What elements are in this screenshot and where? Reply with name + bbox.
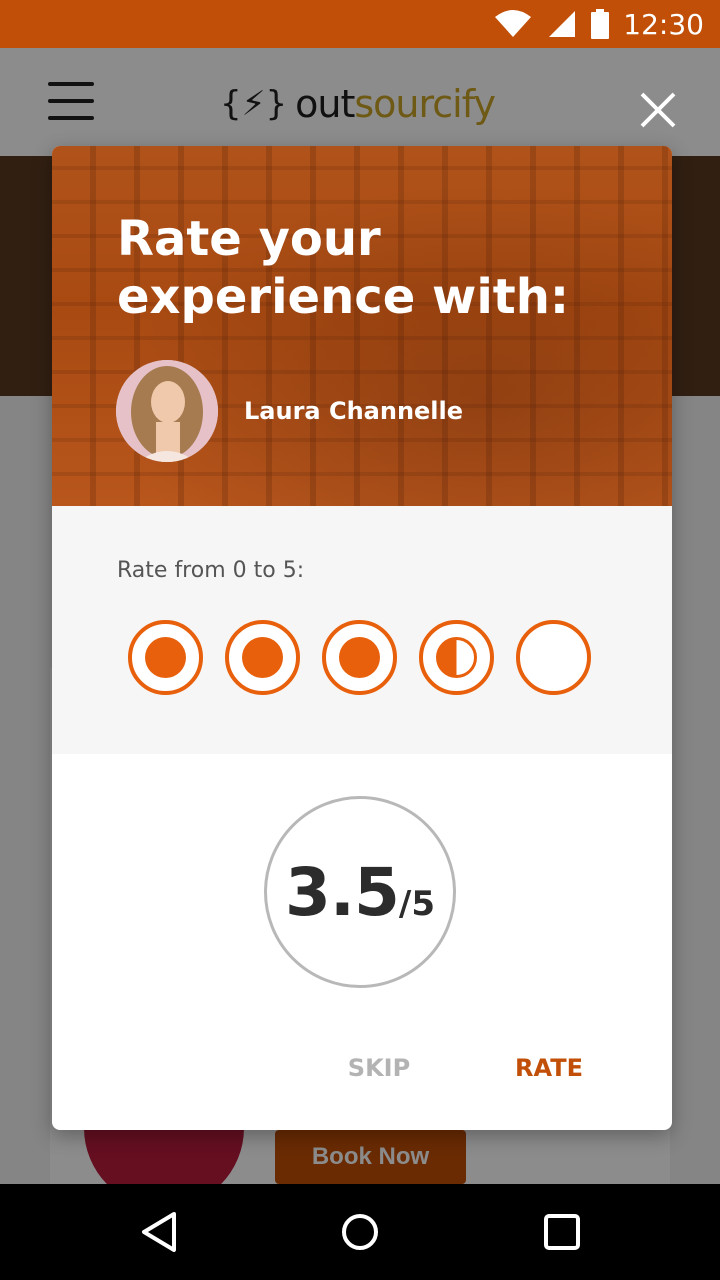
rating-dot-1[interactable] [128,620,203,695]
signal-icon [549,11,576,37]
avatar-photo [116,360,218,462]
navigation-bar [0,1184,720,1280]
rating-dot-4[interactable] [419,620,494,695]
profile: Laura Channelle [116,360,463,462]
status-icons: 12:30 [493,0,704,48]
home-icon[interactable] [336,1208,384,1256]
score-value: 3.5 [285,853,400,931]
close-icon[interactable] [636,88,680,132]
dialog-title: Rate your experience with: [117,211,570,325]
rate-label: Rate from 0 to 5: [117,558,305,583]
recents-icon[interactable] [538,1208,586,1256]
rating-dialog: Rate your experience with: Laura Channel… [52,146,672,1130]
rating-dots [128,620,591,695]
score: 3.5/5 [285,854,435,931]
score-max: /5 [398,883,435,924]
dialog-header: Rate your experience with: Laura Channel… [52,146,672,506]
rating-dot-5[interactable] [516,620,591,695]
rating-dot-3[interactable] [322,620,397,695]
profile-name: Laura Channelle [244,397,464,425]
avatar [116,360,218,462]
battery-icon [591,9,610,39]
score-display: 3.5/5 [264,796,456,988]
rate-button[interactable]: RATE [504,1048,594,1088]
status-bar: 12:30 [0,0,720,48]
wifi-icon [495,10,532,37]
rating-dot-2[interactable] [225,620,300,695]
skip-button[interactable]: SKIP [334,1048,424,1088]
status-time: 12:30 [623,7,704,41]
back-icon[interactable] [136,1208,184,1256]
rating-selector: Rate from 0 to 5: [52,506,672,754]
